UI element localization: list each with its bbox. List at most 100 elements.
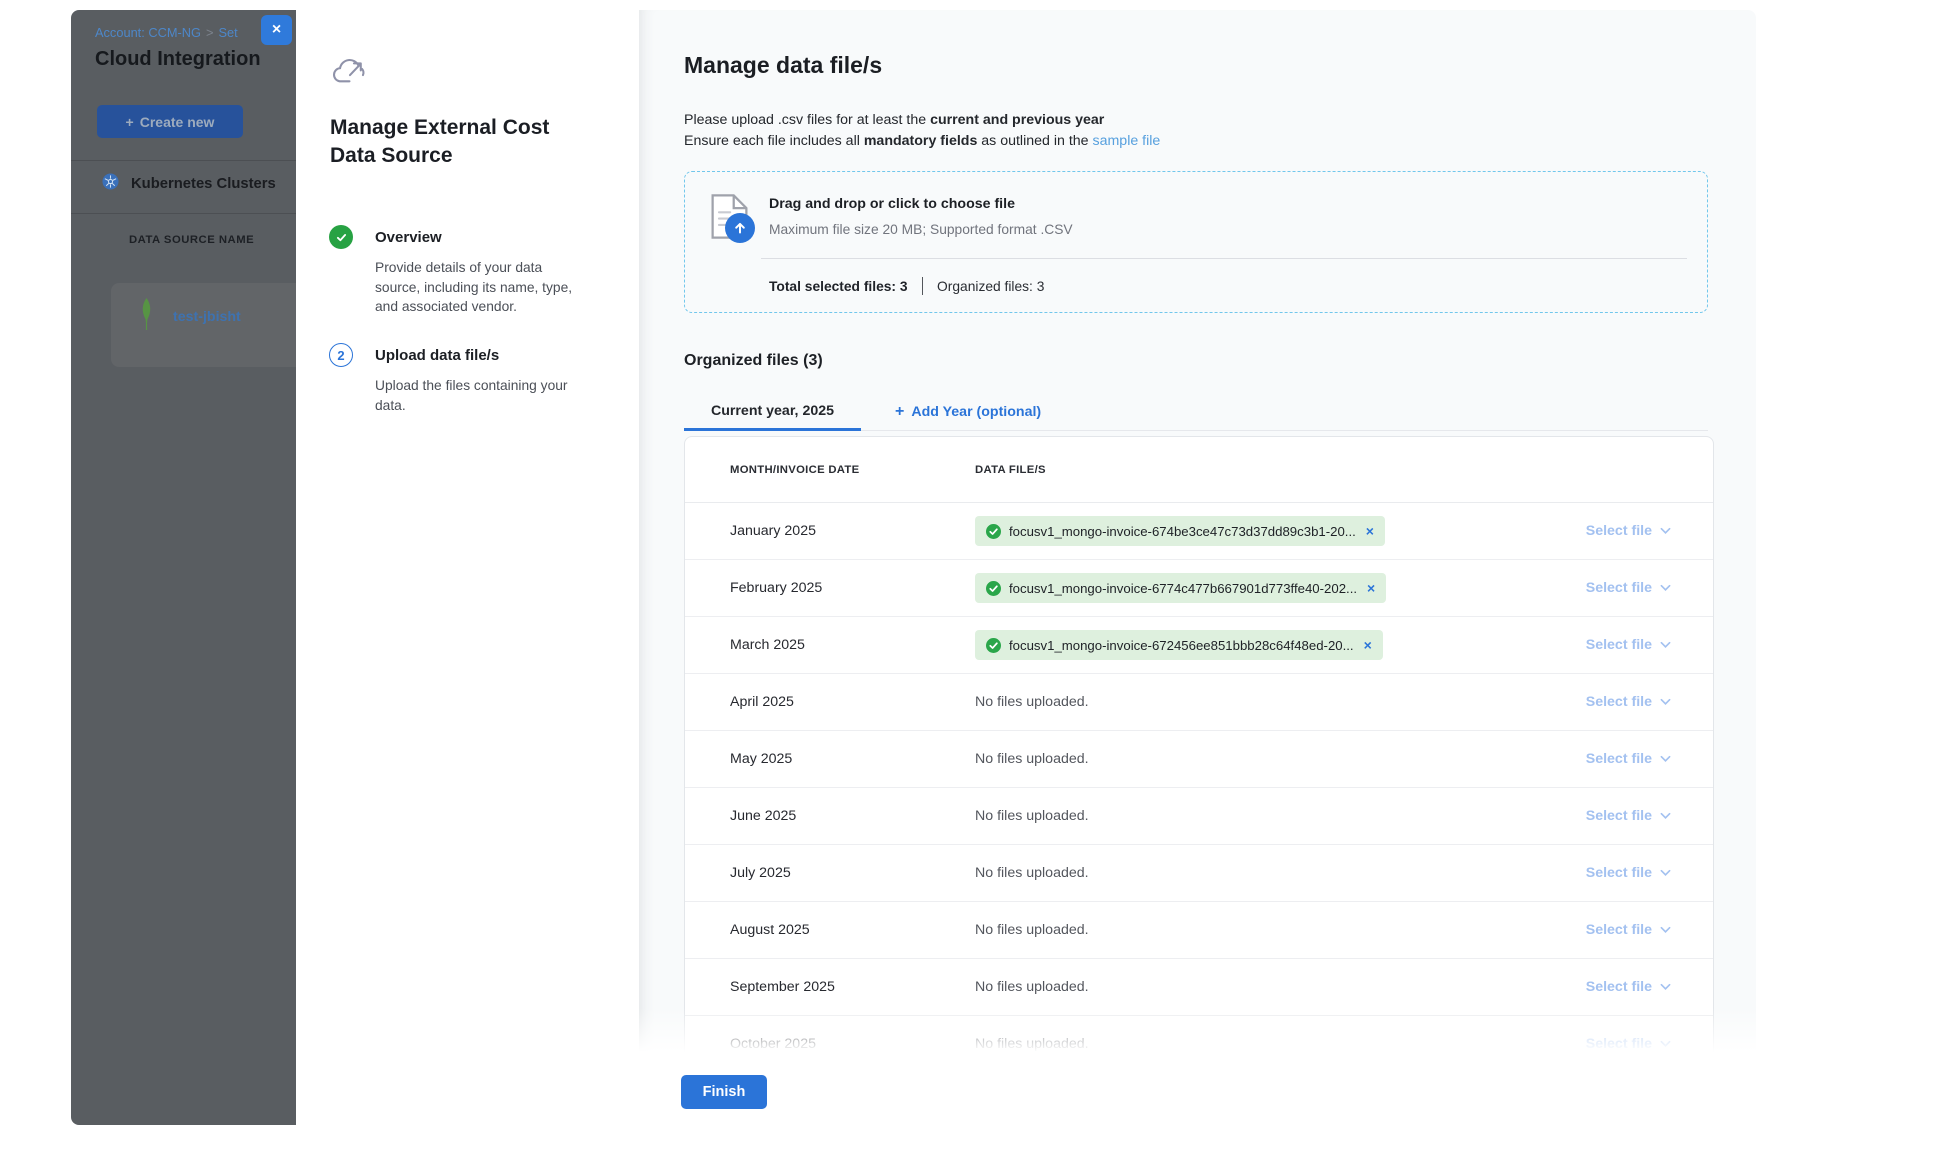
- select-file-label: Select file: [1586, 523, 1652, 539]
- file-success-check-icon: [986, 524, 1001, 539]
- chip-filename: focusv1_mongo-invoice-674be3ce47c73d37dd…: [1009, 524, 1356, 539]
- stepper-panel: Manage External Cost Data Source Overvie…: [296, 10, 639, 1125]
- manage-data-files-panel: Manage data file/s Please upload .csv fi…: [639, 10, 1756, 1060]
- select-file-button[interactable]: Select file: [1586, 580, 1713, 596]
- step-upload-label: Upload data file/s: [375, 343, 591, 364]
- add-year-button[interactable]: + Add Year (optional): [895, 393, 1041, 431]
- manage-data-source-drawer: Manage External Cost Data Source Overvie…: [296, 10, 1756, 1125]
- file-cell: No files uploaded.: [975, 979, 1586, 995]
- table-row: February 2025focusv1_mongo-invoice-6774c…: [685, 560, 1713, 617]
- select-file-button[interactable]: Select file: [1586, 694, 1713, 710]
- no-files-text: No files uploaded.: [975, 865, 1089, 881]
- table-row: April 2025No files uploaded.Select file: [685, 674, 1713, 731]
- table-row: March 2025focusv1_mongo-invoice-672456ee…: [685, 617, 1713, 674]
- select-file-button[interactable]: Select file: [1586, 922, 1713, 938]
- file-success-check-icon: [986, 638, 1001, 653]
- no-files-text: No files uploaded.: [975, 751, 1089, 767]
- chip-filename: focusv1_mongo-invoice-6774c477b667901d77…: [1009, 581, 1357, 596]
- select-file-button[interactable]: Select file: [1586, 1036, 1713, 1052]
- select-file-label: Select file: [1586, 580, 1652, 596]
- table-header-row: MONTH/INVOICE DATE DATA FILE/S: [685, 437, 1713, 503]
- no-files-text: No files uploaded.: [975, 1036, 1089, 1052]
- month-label: May 2025: [685, 751, 975, 767]
- file-cell: No files uploaded.: [975, 808, 1586, 824]
- chip-remove-icon[interactable]: ×: [1366, 523, 1374, 539]
- month-label: August 2025: [685, 922, 975, 938]
- table-row: September 2025No files uploaded.Select f…: [685, 959, 1713, 1016]
- instruction-line-1: Please upload .csv files for at least th…: [684, 110, 1160, 131]
- file-cell: focusv1_mongo-invoice-674be3ce47c73d37dd…: [975, 516, 1586, 546]
- year-tabbar: Current year, 2025 + Add Year (optional): [684, 393, 1708, 431]
- kubernetes-icon: [102, 173, 119, 195]
- finish-button[interactable]: Finish: [681, 1075, 767, 1109]
- chevron-down-icon: [1660, 869, 1671, 877]
- app-window: Account: CCM-NG>Set Cloud Integration + …: [71, 10, 1756, 1125]
- dropzone-subtitle: Maximum file size 20 MB; Supported forma…: [769, 222, 1073, 237]
- select-file-button[interactable]: Select file: [1586, 637, 1713, 653]
- select-file-button[interactable]: Select file: [1586, 523, 1713, 539]
- month-column-header: MONTH/INVOICE DATE: [685, 464, 975, 476]
- table-row: January 2025focusv1_mongo-invoice-674be3…: [685, 503, 1713, 560]
- step-upload-description: Upload the files containing your data.: [375, 376, 591, 415]
- plus-icon: +: [126, 114, 134, 130]
- chevron-down-icon: [1660, 983, 1671, 991]
- add-year-label: Add Year (optional): [911, 404, 1041, 420]
- drawer-title: Manage External Cost Data Source: [330, 114, 580, 170]
- close-drawer-button[interactable]: ×: [261, 15, 292, 45]
- breadcrumb-separator-icon: >: [206, 25, 213, 40]
- file-cell: focusv1_mongo-invoice-6774c477b667901d77…: [975, 573, 1586, 603]
- select-file-label: Select file: [1586, 979, 1652, 995]
- upload-instructions: Please upload .csv files for at least th…: [684, 110, 1160, 151]
- select-file-label: Select file: [1586, 751, 1652, 767]
- uploaded-file-chip: focusv1_mongo-invoice-674be3ce47c73d37dd…: [975, 516, 1385, 546]
- chevron-down-icon: [1660, 641, 1671, 649]
- select-file-label: Select file: [1586, 808, 1652, 824]
- chevron-down-icon: [1660, 755, 1671, 763]
- step-number-badge: 2: [329, 343, 353, 367]
- select-file-label: Select file: [1586, 1036, 1652, 1052]
- chevron-down-icon: [1660, 1040, 1671, 1048]
- breadcrumb-account-link: Account: CCM-NG: [95, 25, 201, 40]
- step-overview[interactable]: Overview Provide details of your data so…: [329, 225, 591, 317]
- select-file-button[interactable]: Select file: [1586, 865, 1713, 881]
- chevron-down-icon: [1660, 812, 1671, 820]
- table-row: July 2025No files uploaded.Select file: [685, 845, 1713, 902]
- table-row: June 2025No files uploaded.Select file: [685, 788, 1713, 845]
- panel-heading: Manage data file/s: [684, 52, 882, 79]
- uploaded-file-chip: focusv1_mongo-invoice-6774c477b667901d77…: [975, 573, 1386, 603]
- chip-remove-icon[interactable]: ×: [1367, 580, 1375, 596]
- select-file-button[interactable]: Select file: [1586, 808, 1713, 824]
- upload-document-icon: [711, 194, 767, 254]
- step-complete-check-icon: [329, 225, 353, 249]
- instruction-line-2: Ensure each file includes all mandatory …: [684, 131, 1160, 152]
- select-file-label: Select file: [1586, 637, 1652, 653]
- month-label: October 2025: [685, 1036, 975, 1052]
- create-new-label: Create new: [140, 114, 215, 130]
- sample-file-link[interactable]: sample file: [1093, 133, 1161, 149]
- select-file-button[interactable]: Select file: [1586, 751, 1713, 767]
- organized-files-heading: Organized files (3): [684, 352, 823, 370]
- table-row: August 2025No files uploaded. Select file: [685, 902, 1713, 959]
- select-file-label: Select file: [1586, 865, 1652, 881]
- file-cell: No files uploaded.: [975, 751, 1586, 767]
- chevron-down-icon: [1660, 584, 1671, 592]
- select-file-label: Select file: [1586, 694, 1652, 710]
- monthly-files-table: MONTH/INVOICE DATE DATA FILE/S January 2…: [684, 436, 1714, 1060]
- divider: [71, 160, 296, 161]
- chip-remove-icon[interactable]: ×: [1364, 637, 1372, 653]
- breadcrumb-section: Set: [218, 25, 237, 40]
- select-file-button[interactable]: Select file: [1586, 979, 1713, 995]
- file-counts: Total selected files: 3 Organized files:…: [769, 277, 1044, 295]
- external-cost-cloud-icon: [331, 58, 369, 92]
- no-files-text: No files uploaded.: [975, 922, 1089, 938]
- data-source-link: test-jbisht: [173, 309, 241, 325]
- organized-files-count: Organized files: 3: [937, 279, 1044, 294]
- chevron-down-icon: [1660, 698, 1671, 706]
- month-label: September 2025: [685, 979, 975, 995]
- mongodb-leaf-icon: [140, 298, 153, 337]
- file-dropzone[interactable]: Drag and drop or click to choose file Ma…: [684, 171, 1708, 313]
- tab-current-year[interactable]: Current year, 2025: [684, 393, 861, 431]
- uploaded-file-chip: focusv1_mongo-invoice-672456ee851bbb28c6…: [975, 630, 1383, 660]
- step-upload-data-files[interactable]: 2 Upload data file/s Upload the files co…: [329, 343, 591, 415]
- file-cell: No files uploaded.: [975, 694, 1586, 710]
